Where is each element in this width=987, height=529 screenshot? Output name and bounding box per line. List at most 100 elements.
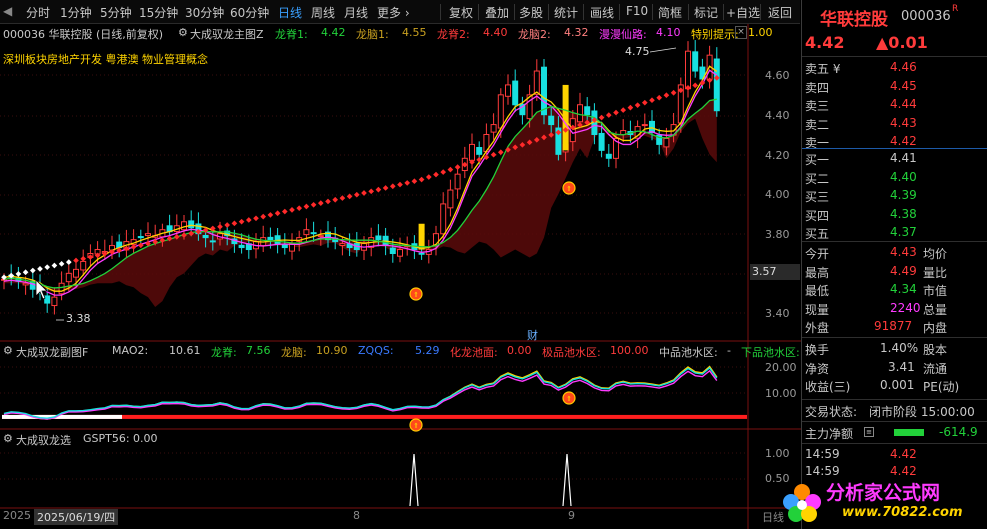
candle-body [454,173,461,190]
candle-body [685,50,691,90]
support-dot [670,89,677,96]
x-axis-year: 2025 [3,509,31,522]
tab-daily[interactable]: 日线 [278,4,302,21]
main-ind-value: 1.00 [748,26,773,39]
candle-body [605,153,612,159]
y-axis-tick-label: 4.60 [765,69,790,82]
tab-fenshi[interactable]: 分时 [26,4,50,21]
tab-5min[interactable]: 5分钟 [100,4,132,21]
close-icon[interactable]: × [735,26,747,39]
btn-stats[interactable]: 统计 [554,4,578,21]
kline-chart-area[interactable]: ⇑ ⇑ ⇑ ⇑ [0,24,801,529]
candle-body [641,124,648,127]
y-axis-tick-label: 20.00 [765,361,797,374]
cai-tag[interactable]: 财 [527,327,538,343]
candle-body [238,244,245,249]
trade-state-value: 闭市阶段 15:00:00 [869,405,975,419]
book-level-price: 4.44 [890,97,917,111]
support-dot [663,92,670,99]
x-axis-tick-9: 9 [568,509,575,522]
book-level-label: 买四 [805,208,830,223]
y-axis-tick-label: 4.00 [765,188,790,201]
trade-state-label: 交易状态: [805,405,858,419]
svg-text:⇑: ⇑ [566,185,572,193]
candle-body [339,243,346,246]
stat-label: 最高 [805,265,830,280]
main-indicator-name[interactable]: 大成驭龙主图Z [190,26,264,42]
main-ind-value: 4.42 [321,26,346,39]
support-dot [51,262,58,269]
fund-label: 净资 [805,361,830,376]
tab-60min[interactable]: 60分钟 [230,4,269,21]
candle-body [202,234,209,239]
support-dot [404,180,411,186]
candle-body [80,260,87,271]
tab-30min[interactable]: 30分钟 [185,4,224,21]
stat-label-2: 市值 [923,284,948,298]
toolbar-nav-arrow[interactable]: ◀ [3,4,12,18]
tab-monthly[interactable]: 月线 [344,4,368,21]
tab-more[interactable]: 更多 › [377,4,410,21]
btn-draw-line[interactable]: 画线 [590,4,614,21]
btn-f10[interactable]: F10 [626,4,648,18]
support-dot [325,198,331,205]
support-dot [267,212,274,218]
support-dot [310,201,317,208]
btn-mark[interactable]: 标记 [694,4,718,21]
sub1-settings-icon[interactable]: ⚙ [3,344,13,357]
sub1-ind-value: 7.56 [246,344,271,357]
support-dot [303,203,310,210]
book-level-price: 4.42 [890,134,917,148]
x-axis-tick-8: 8 [353,509,360,522]
btn-back[interactable]: 返回 [768,4,792,21]
candle-body [440,203,447,235]
panel-current-price: 4.42 [805,33,845,52]
sub1-ind-value: - [727,344,731,357]
book-level-label: 卖四 [805,80,830,95]
btn-simple-frame[interactable]: 简框 [658,4,682,21]
tab-1min[interactable]: 1分钟 [60,4,92,21]
candle-body [512,80,519,106]
support-dot [649,97,655,104]
r-badge: R [952,4,959,14]
btn-fuquan[interactable]: 复权 [449,4,473,21]
stat-value: 2240 [890,300,921,315]
candle-body [303,229,310,236]
candle-body [713,58,720,112]
sub1-indicator-name[interactable]: 大成驭龙副图F [16,344,88,360]
btn-add-favorite[interactable]: +自选 [726,4,760,21]
support-dot [656,94,663,101]
btn-multi-stock[interactable]: 多股 [519,4,543,21]
candle-body [51,296,58,307]
main-ind-value: 4.32 [564,26,589,39]
stat-label-2: 内盘 [923,321,948,335]
btn-overlay[interactable]: 叠加 [485,4,509,21]
support-dot [274,210,281,217]
support-dot [15,271,22,277]
main-ind-value: 4.10 [656,26,681,39]
book-level-label: 买五 [805,227,830,241]
support-dot [37,266,43,272]
indicator-settings-icon[interactable]: ⚙ [178,26,188,39]
support-dot [368,188,375,195]
y-axis-tick-label: 4.20 [765,149,790,162]
sub2-settings-icon[interactable]: ⚙ [3,432,13,445]
tab-weekly[interactable]: 周线 [311,4,335,21]
sub1-ind-label: ZQQS: [358,344,394,357]
support-dot [346,193,353,200]
high-price-annotation: 4.75 [625,45,650,58]
sub2-indicator-name[interactable]: 大成驭龙选 [16,432,71,448]
candle-body [397,249,403,257]
candle-body [58,282,65,295]
fund-value: 3.41 [888,359,915,374]
support-dot [296,205,303,212]
list-icon[interactable]: ≡ [864,427,874,437]
sub1-ind-value: 10.90 [316,344,348,357]
book-level-label: 卖三 [805,99,830,113]
support-dot [440,169,447,175]
tab-15min[interactable]: 15分钟 [139,4,178,21]
coin-icon: ⇑ [562,391,576,405]
support-dot [80,255,87,262]
support-dot [447,166,454,173]
support-dot [598,114,605,121]
